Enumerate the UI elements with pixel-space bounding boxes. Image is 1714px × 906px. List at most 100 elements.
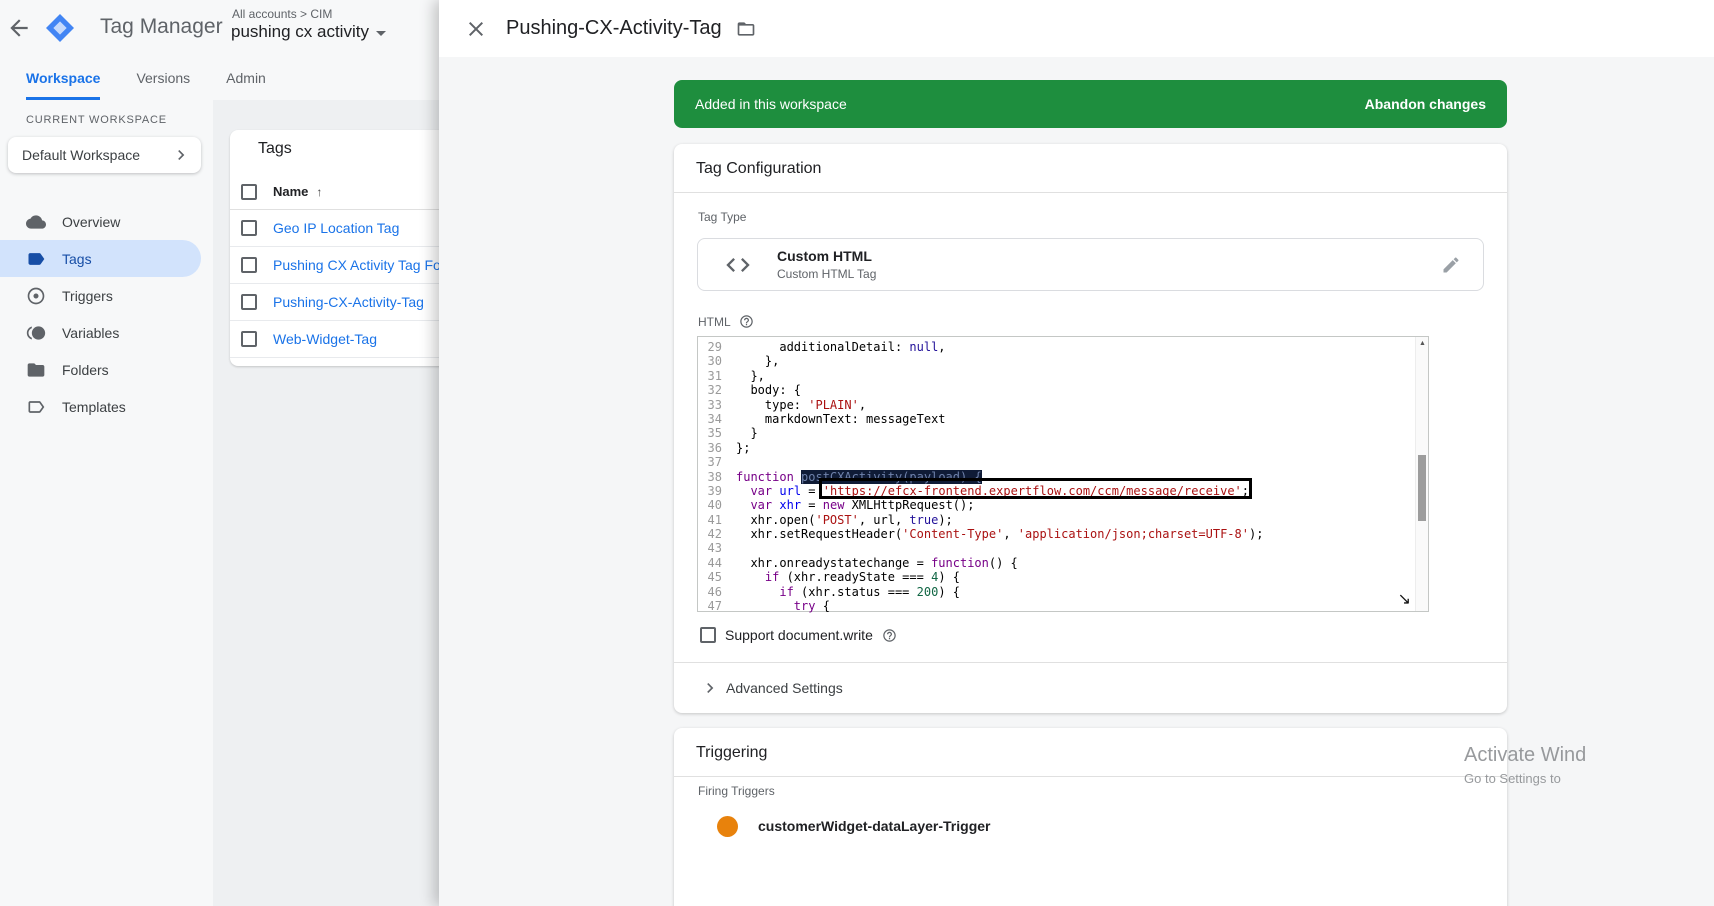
row-checkbox[interactable] bbox=[241, 220, 257, 236]
tag-name-link[interactable]: Web-Widget-Tag bbox=[273, 331, 377, 347]
code-line: additionalDetail: null, bbox=[736, 340, 1414, 354]
resize-handle-icon[interactable]: ↘ bbox=[1398, 589, 1411, 609]
document-write-checkbox[interactable] bbox=[700, 627, 716, 643]
code-line: xhr.open('POST', url, true); bbox=[736, 513, 1414, 527]
tab-versions[interactable]: Versions bbox=[136, 57, 190, 100]
sidebar-item-variables[interactable]: Variables bbox=[0, 314, 213, 351]
workspace-name: Default Workspace bbox=[22, 147, 140, 163]
advanced-settings-label: Advanced Settings bbox=[726, 680, 843, 696]
watermark-line2: Go to Settings to bbox=[1464, 771, 1586, 786]
page-title: Pushing-CX-Activity-Tag bbox=[506, 17, 722, 40]
code-line: xhr.onreadystatechange = function() { bbox=[736, 556, 1414, 570]
divider bbox=[674, 662, 1507, 663]
close-icon bbox=[464, 17, 488, 41]
code-line: function postCXActivity(payload) { bbox=[736, 470, 1414, 484]
code-line: }; bbox=[736, 441, 1414, 455]
variable-icon bbox=[26, 323, 46, 343]
code-line bbox=[736, 455, 1414, 469]
code-line bbox=[736, 541, 1414, 555]
trigger-row[interactable]: customerWidget-dataLayer-Trigger bbox=[698, 804, 990, 848]
code-line: body: { bbox=[736, 383, 1414, 397]
sidebar-item-templates[interactable]: Templates bbox=[0, 388, 213, 425]
screen: Tag Manager All accounts > CIM pushing c… bbox=[0, 0, 1714, 906]
sort-ascending-icon[interactable]: ↑ bbox=[316, 185, 322, 199]
tag-name-link[interactable]: Geo IP Location Tag bbox=[273, 220, 399, 236]
row-checkbox[interactable] bbox=[241, 331, 257, 347]
workspace-selector-button[interactable]: Default Workspace bbox=[8, 137, 201, 173]
back-button[interactable] bbox=[6, 15, 32, 41]
row-checkbox[interactable] bbox=[241, 294, 257, 310]
help-icon[interactable] bbox=[739, 314, 754, 329]
code-line: }, bbox=[736, 369, 1414, 383]
code-lines: additionalDetail: null, }, }, body: { ty… bbox=[736, 340, 1414, 613]
close-button[interactable] bbox=[464, 17, 488, 41]
tab-workspace[interactable]: Workspace bbox=[26, 57, 100, 100]
tag-configuration-card: Tag Configuration Tag Type Custom HTML C… bbox=[674, 144, 1507, 713]
tag-configuration-title: Tag Configuration bbox=[674, 144, 1507, 193]
arrow-back-icon bbox=[6, 15, 32, 41]
scrollbar-thumb[interactable] bbox=[1418, 455, 1426, 521]
tag-type-label: Tag Type bbox=[698, 210, 746, 224]
tag-name-link[interactable]: Pushing CX Activity Tag For bbox=[273, 257, 445, 273]
code-line: } bbox=[736, 426, 1414, 440]
trigger-icon bbox=[26, 286, 46, 306]
code-line: if (xhr.readyState === 4) { bbox=[736, 570, 1414, 584]
name-column-header: Name bbox=[273, 184, 308, 199]
html-field-label-row: HTML bbox=[698, 314, 754, 329]
tag-type-name: Custom HTML bbox=[777, 248, 876, 264]
panel-header: Pushing-CX-Activity-Tag bbox=[439, 0, 1714, 57]
tag-type-description: Custom HTML Tag bbox=[777, 267, 876, 281]
abandon-changes-button[interactable]: Abandon changes bbox=[1365, 96, 1486, 112]
current-workspace-label: CURRENT WORKSPACE bbox=[26, 114, 167, 126]
scroll-up-icon[interactable]: ▲ bbox=[1419, 340, 1426, 347]
firing-triggers-label: Firing Triggers bbox=[698, 784, 775, 798]
tab-admin[interactable]: Admin bbox=[226, 57, 266, 100]
code-gutter: 29303132333435363738394041424344454647 bbox=[698, 340, 728, 613]
chevron-right-icon bbox=[700, 678, 720, 698]
sidebar-item-label: Triggers bbox=[62, 288, 113, 304]
tag-type-row[interactable]: Custom HTML Custom HTML Tag bbox=[697, 238, 1484, 291]
sidebar-item-triggers[interactable]: Triggers bbox=[0, 277, 213, 314]
caret-down-icon bbox=[376, 31, 386, 36]
watermark-line1: Activate Wind bbox=[1464, 744, 1586, 767]
tag-icon bbox=[26, 249, 46, 269]
container-selector[interactable]: pushing cx activity bbox=[231, 22, 386, 42]
sidebar: CURRENT WORKSPACE Default Workspace Over… bbox=[0, 100, 213, 906]
chevron-right-icon bbox=[171, 145, 191, 165]
sidebar-item-overview[interactable]: Overview bbox=[0, 203, 213, 240]
code-icon bbox=[724, 251, 752, 279]
folder-icon bbox=[26, 360, 46, 380]
banner-message: Added in this workspace bbox=[695, 96, 847, 112]
app-title: Tag Manager bbox=[100, 15, 223, 39]
row-checkbox[interactable] bbox=[241, 257, 257, 273]
advanced-settings-toggle[interactable]: Advanced Settings bbox=[700, 671, 843, 705]
sidebar-item-label: Templates bbox=[62, 399, 126, 415]
html-label: HTML bbox=[698, 315, 731, 329]
editor-scrollbar[interactable]: ▲ bbox=[1415, 337, 1428, 611]
windows-activation-watermark: Activate Wind Go to Settings to bbox=[1464, 744, 1586, 786]
sidebar-item-folders[interactable]: Folders bbox=[0, 351, 213, 388]
code-line: try { bbox=[736, 599, 1414, 613]
document-write-label: Support document.write bbox=[725, 627, 873, 643]
sidebar-item-label: Variables bbox=[62, 325, 119, 341]
container-name: pushing cx activity bbox=[231, 22, 369, 42]
edit-tag-type-button[interactable] bbox=[1441, 255, 1461, 275]
sidebar-item-tags[interactable]: Tags bbox=[0, 240, 201, 277]
code-editor[interactable]: 29303132333435363738394041424344454647 a… bbox=[697, 336, 1429, 612]
triggering-card: Triggering Firing Triggers customerWidge… bbox=[674, 728, 1507, 906]
breadcrumb[interactable]: All accounts > CIM bbox=[232, 7, 332, 21]
overview-icon bbox=[26, 212, 46, 232]
code-line: var xhr = new XMLHttpRequest(); bbox=[736, 498, 1414, 512]
tag-name-link[interactable]: Pushing-CX-Activity-Tag bbox=[273, 294, 424, 310]
support-document-write-row: Support document.write bbox=[700, 627, 897, 643]
template-icon bbox=[26, 397, 46, 417]
folder-outline-icon bbox=[736, 19, 756, 39]
custom-event-trigger-icon bbox=[717, 816, 738, 837]
help-icon[interactable] bbox=[882, 628, 897, 643]
move-to-folder-button[interactable] bbox=[736, 19, 756, 39]
select-all-checkbox[interactable] bbox=[241, 184, 257, 200]
code-line: type: 'PLAIN', bbox=[736, 398, 1414, 412]
tag-manager-logo-icon bbox=[44, 12, 76, 44]
workspace-status-banner: Added in this workspace Abandon changes bbox=[674, 80, 1507, 128]
sidebar-item-label: Tags bbox=[62, 251, 92, 267]
